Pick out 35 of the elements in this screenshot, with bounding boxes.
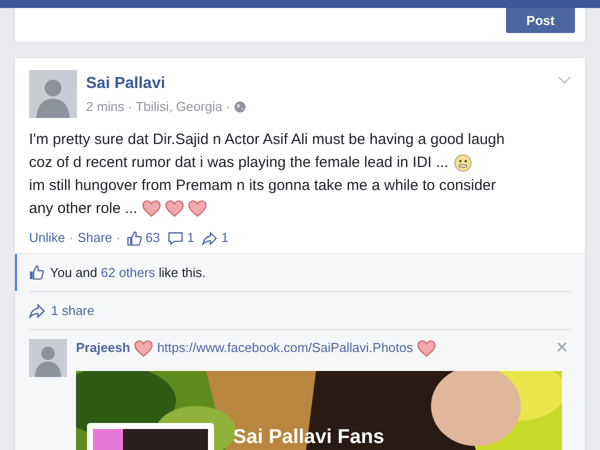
comment-author[interactable]: Prajeesh <box>76 339 130 357</box>
heart-icon <box>188 200 208 217</box>
comment-count: 1 <box>186 229 194 248</box>
avatar[interactable] <box>29 339 67 377</box>
post-text: I'm pretty sure dat Dir.Sajid n Actor Asif Ali must be having a good laugh <box>29 130 505 150</box>
heart-icon <box>134 340 154 356</box>
comment-icon[interactable] <box>168 230 183 246</box>
others-link[interactable]: 62 others <box>100 264 156 280</box>
author-name[interactable]: Sai Pallavi <box>86 74 246 94</box>
avatar[interactable] <box>29 70 77 118</box>
share-icon[interactable] <box>202 230 218 246</box>
heart-icon <box>165 200 184 217</box>
like-count: 63 <box>146 229 160 248</box>
post-text: coz of d recent rumor dat i was playing the female lead in IDI ... <box>29 153 448 173</box>
globe-icon <box>234 100 246 113</box>
smiley-icon <box>454 154 472 172</box>
close-icon[interactable] <box>557 342 567 352</box>
separator-dot: · <box>116 229 121 248</box>
likes-summary: You and 62 others like this. <box>50 264 206 282</box>
share-icon <box>29 302 45 318</box>
heart-icon <box>142 200 162 217</box>
share-count: 1 <box>221 229 228 248</box>
thumbs-up-icon <box>29 265 44 280</box>
post-meta: 2 mins · Tbilisi, Georgia · <box>86 98 230 116</box>
url-link[interactable]: https://www.facebook.com/SaiPallavi.Photos <box>157 339 413 357</box>
heart-icon <box>417 340 436 356</box>
separator-dot: · <box>69 229 74 248</box>
shares-link[interactable]: 1 share <box>51 300 94 320</box>
post-text: any other role ... <box>29 199 138 219</box>
action-link[interactable]: Unlike <box>29 228 66 248</box>
thumbs-up-icon[interactable] <box>126 230 142 246</box>
post-button[interactable]: Post <box>506 8 575 33</box>
action-link[interactable]: Share <box>77 228 112 248</box>
post-text: im still hungover from Premam n its gonna take me a while to consider <box>29 176 496 196</box>
chevron-icon[interactable] <box>558 76 571 84</box>
